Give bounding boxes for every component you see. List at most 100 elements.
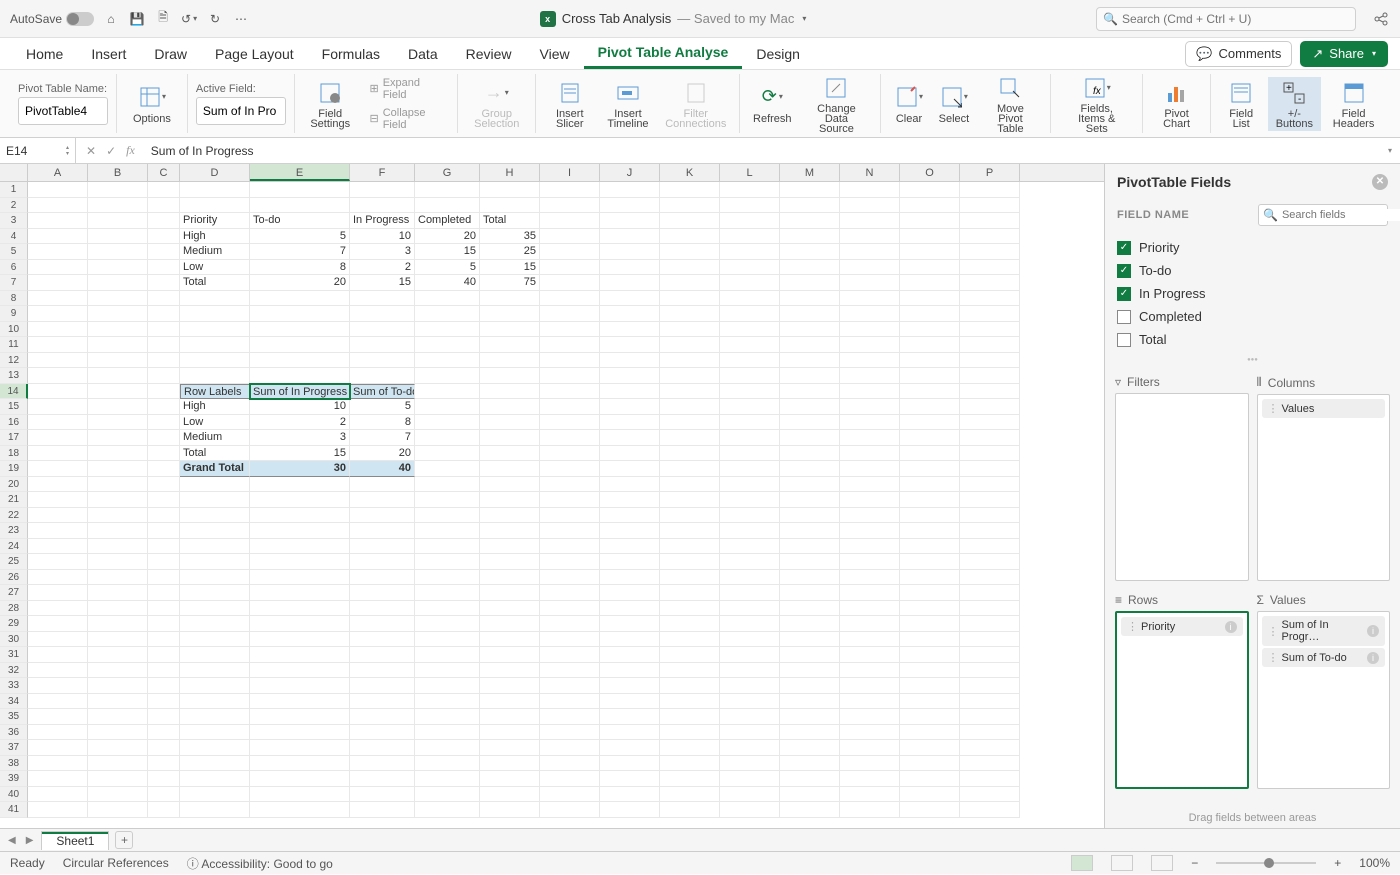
cell-E18[interactable]: 15	[250, 446, 350, 462]
cell-L28[interactable]	[720, 601, 780, 617]
row-header-32[interactable]: 32	[0, 663, 28, 679]
cell-J23[interactable]	[600, 523, 660, 539]
cell-L27[interactable]	[720, 585, 780, 601]
cell-J19[interactable]	[600, 461, 660, 477]
cell-C30[interactable]	[148, 632, 180, 648]
cell-I16[interactable]	[540, 415, 600, 431]
cell-I19[interactable]	[540, 461, 600, 477]
cell-J15[interactable]	[600, 399, 660, 415]
cell-L22[interactable]	[720, 508, 780, 524]
cell-F16[interactable]: 8	[350, 415, 415, 431]
cell-O14[interactable]	[900, 384, 960, 400]
cell-B12[interactable]	[88, 353, 148, 369]
cell-A12[interactable]	[28, 353, 88, 369]
columns-drop-area[interactable]: ⋮Values	[1257, 394, 1391, 581]
cell-G7[interactable]: 40	[415, 275, 480, 291]
cell-N15[interactable]	[840, 399, 900, 415]
cell-E40[interactable]	[250, 787, 350, 803]
cell-H1[interactable]	[480, 182, 540, 198]
cell-B27[interactable]	[88, 585, 148, 601]
cell-C33[interactable]	[148, 678, 180, 694]
cell-G32[interactable]	[415, 663, 480, 679]
cell-C41[interactable]	[148, 802, 180, 818]
cell-B22[interactable]	[88, 508, 148, 524]
cell-O17[interactable]	[900, 430, 960, 446]
cell-J4[interactable]	[600, 229, 660, 245]
cell-O13[interactable]	[900, 368, 960, 384]
search-input[interactable]	[1122, 12, 1349, 26]
cell-D41[interactable]	[180, 802, 250, 818]
cell-G12[interactable]	[415, 353, 480, 369]
cell-M34[interactable]	[780, 694, 840, 710]
cell-D31[interactable]	[180, 647, 250, 663]
cell-I34[interactable]	[540, 694, 600, 710]
cell-P32[interactable]	[960, 663, 1020, 679]
cell-G21[interactable]	[415, 492, 480, 508]
view-page-break-button[interactable]	[1151, 855, 1173, 871]
cell-F18[interactable]: 20	[350, 446, 415, 462]
row-header-33[interactable]: 33	[0, 678, 28, 694]
cell-P37[interactable]	[960, 740, 1020, 756]
cell-G11[interactable]	[415, 337, 480, 353]
fields-items-sets-button[interactable]: fx▾ Fields, Items & Sets	[1059, 72, 1134, 136]
cell-K6[interactable]	[660, 260, 720, 276]
cell-G33[interactable]	[415, 678, 480, 694]
cell-I28[interactable]	[540, 601, 600, 617]
filters-drop-area[interactable]	[1115, 393, 1249, 581]
cell-H39[interactable]	[480, 771, 540, 787]
cell-J32[interactable]	[600, 663, 660, 679]
cell-B18[interactable]	[88, 446, 148, 462]
cell-K22[interactable]	[660, 508, 720, 524]
cell-P20[interactable]	[960, 477, 1020, 493]
field-item-total[interactable]: Total	[1117, 328, 1388, 351]
cell-A32[interactable]	[28, 663, 88, 679]
undo-icon[interactable]: ↺▾	[180, 10, 198, 28]
cell-F36[interactable]	[350, 725, 415, 741]
cell-L21[interactable]	[720, 492, 780, 508]
cell-A16[interactable]	[28, 415, 88, 431]
cell-L24[interactable]	[720, 539, 780, 555]
cell-J41[interactable]	[600, 802, 660, 818]
cell-J30[interactable]	[600, 632, 660, 648]
cell-G2[interactable]	[415, 198, 480, 214]
cell-G17[interactable]	[415, 430, 480, 446]
cell-F30[interactable]	[350, 632, 415, 648]
field-item-to-do[interactable]: ✓To-do	[1117, 259, 1388, 282]
cell-I9[interactable]	[540, 306, 600, 322]
cell-D34[interactable]	[180, 694, 250, 710]
cell-N24[interactable]	[840, 539, 900, 555]
cell-G18[interactable]	[415, 446, 480, 462]
cell-E35[interactable]	[250, 709, 350, 725]
cell-F32[interactable]	[350, 663, 415, 679]
cell-I35[interactable]	[540, 709, 600, 725]
row-header-4[interactable]: 4	[0, 229, 28, 245]
more-icon[interactable]: ⋯	[232, 10, 250, 28]
zoom-out-button[interactable]: −	[1191, 856, 1198, 870]
cell-E36[interactable]	[250, 725, 350, 741]
cell-F1[interactable]	[350, 182, 415, 198]
cell-J17[interactable]	[600, 430, 660, 446]
cell-L11[interactable]	[720, 337, 780, 353]
area-pill[interactable]: ⋮Values	[1262, 399, 1386, 418]
cell-G41[interactable]	[415, 802, 480, 818]
cell-C21[interactable]	[148, 492, 180, 508]
cell-M2[interactable]	[780, 198, 840, 214]
cell-A35[interactable]	[28, 709, 88, 725]
cell-H18[interactable]	[480, 446, 540, 462]
cell-E30[interactable]	[250, 632, 350, 648]
cell-H5[interactable]: 25	[480, 244, 540, 260]
cell-O34[interactable]	[900, 694, 960, 710]
cell-F2[interactable]	[350, 198, 415, 214]
cell-C16[interactable]	[148, 415, 180, 431]
cell-L23[interactable]	[720, 523, 780, 539]
cell-F28[interactable]	[350, 601, 415, 617]
cell-E2[interactable]	[250, 198, 350, 214]
cell-N2[interactable]	[840, 198, 900, 214]
cell-L25[interactable]	[720, 554, 780, 570]
cell-K14[interactable]	[660, 384, 720, 400]
cell-G37[interactable]	[415, 740, 480, 756]
change-data-source-button[interactable]: Change Data Source	[801, 72, 872, 136]
cell-F11[interactable]	[350, 337, 415, 353]
cell-I33[interactable]	[540, 678, 600, 694]
cell-J20[interactable]	[600, 477, 660, 493]
